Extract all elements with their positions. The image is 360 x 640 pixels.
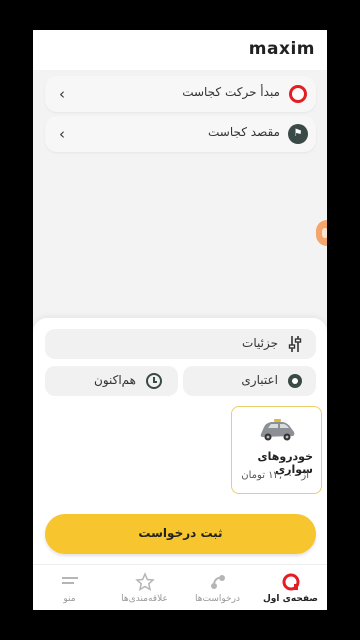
submit-label: ثبت درخواست [138,526,223,540]
chevron-left-icon: ‹ [59,85,65,103]
details-button[interactable]: جزئیات [45,329,316,359]
nav-label-menu: منو [63,594,76,604]
time-label: هم‌اکنون [94,373,136,387]
destination-field[interactable]: ‹ مقصد کجاست ⚑ [45,116,316,152]
details-label: جزئیات [242,336,278,350]
maxim-logo: maxim [248,39,315,59]
nav-item-favorites[interactable]: علاقه‌مندی‌ها [108,565,181,610]
nav-item-menu[interactable]: منو [33,565,106,610]
nav-item-home[interactable]: صفحه‌ی اول [254,565,327,610]
handle-icon [322,228,327,238]
tariff-price: از ۱۲,۰۰۰ تومان [241,470,309,481]
order-sheet: جزئیات اعتباری هم‌اکنون [33,318,327,574]
orders-icon [211,575,225,589]
origin-field[interactable]: ‹ مبدأ حرکت کجاست [45,76,316,112]
destination-flag-icon: ⚑ [288,124,308,144]
origin-pin-icon [289,85,307,103]
nav-label-home: صفحه‌ی اول [263,594,318,604]
payment-label: اعتباری [241,373,278,387]
side-drawer-handle[interactable] [316,220,327,246]
sliders-icon [288,336,302,352]
bottom-nav: صفحه‌ی اول درخواست‌ها علاقه‌مندی‌ها منو [33,564,327,610]
order-time-button[interactable]: هم‌اکنون [45,366,178,396]
app-header: maxim [33,30,327,70]
submit-order-button[interactable]: ثبت درخواست [45,514,316,554]
star-icon [135,572,155,592]
map-area[interactable] [33,195,327,320]
clock-icon [146,373,162,389]
chevron-left-icon: ‹ [59,125,65,143]
app-screen: maxim ‹ مبدأ حرکت کجاست ‹ مقصد کجاست ⚑ ج… [33,30,327,610]
nav-item-orders[interactable]: درخواست‌ها [181,565,254,610]
origin-label: مبدأ حرکت کجاست [182,85,280,99]
car-icon [260,419,295,441]
home-icon [282,573,300,591]
destination-label: مقصد کجاست [208,125,280,139]
nav-label-favorites: علاقه‌مندی‌ها [121,594,168,604]
wallet-icon [288,374,302,388]
nav-label-orders: درخواست‌ها [195,594,240,604]
menu-icon [62,577,78,584]
tariff-card[interactable]: خودروهای سواری از ۱۲,۰۰۰ تومان [231,406,322,494]
payment-method-button[interactable]: اعتباری [183,366,316,396]
